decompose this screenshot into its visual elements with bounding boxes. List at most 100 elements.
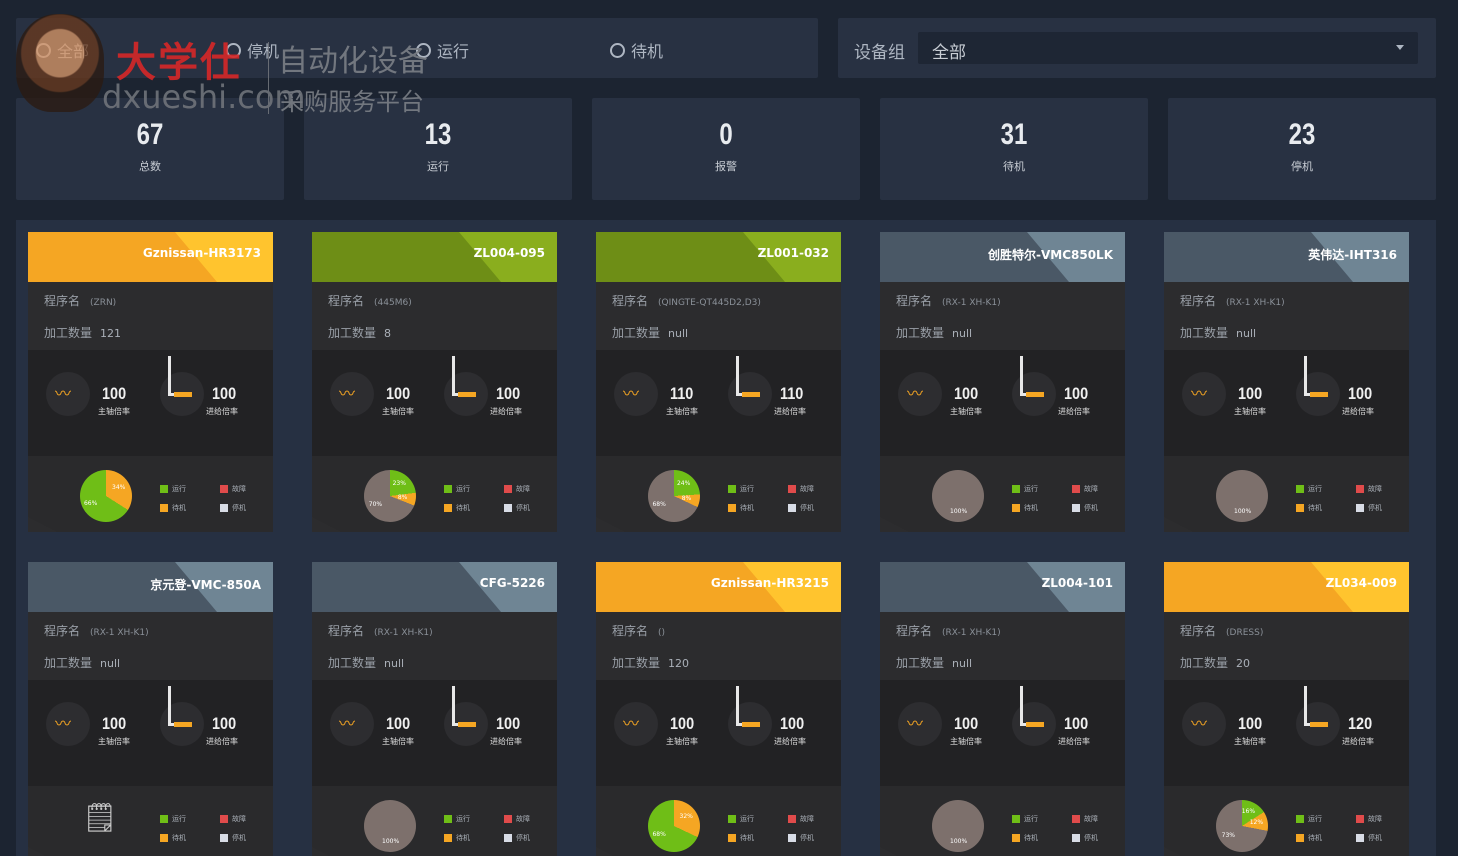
device-name: ZL001-032 <box>757 246 829 260</box>
legend-swatch <box>504 504 512 512</box>
device-group-select[interactable]: 全部 <box>918 32 1418 64</box>
spindle-rate-label: 主轴倍率 <box>1234 407 1266 416</box>
feed-rate-value: 120 <box>1348 714 1373 733</box>
filter-stopped-radio[interactable]: 停机 <box>226 38 279 62</box>
feed-gauge <box>160 356 204 416</box>
status-summary: 23% 8% 70% 运行 故障 待机 停机 <box>312 456 557 532</box>
program-row: 程序名 (DRESS) <box>1180 622 1263 639</box>
stat-card: 0 报警 <box>592 98 860 200</box>
device-card[interactable]: ZL004-101 程序名 (RX-1 XH-K1) 加工数量 null 〰 100… <box>880 562 1125 856</box>
program-label: 程序名 <box>44 624 81 638</box>
legend-standby-label: 待机 <box>740 834 754 842</box>
legend-standby-label: 待机 <box>1308 504 1322 512</box>
spindle-rate-label: 主轴倍率 <box>950 407 982 416</box>
pie-slice-label: 66% <box>83 499 98 507</box>
stat-label: 停机 <box>1291 160 1313 173</box>
legend-fault-label: 故障 <box>1368 485 1382 493</box>
pie-slice-label: 32% <box>679 813 693 821</box>
device-card[interactable]: ZL034-009 程序名 (DRESS) 加工数量 20 〰 100 主轴倍率 1… <box>1164 562 1409 856</box>
spindle-gauge: 〰 <box>614 372 658 416</box>
program-label: 程序名 <box>1180 624 1217 638</box>
pie-slice-label: 16% <box>1241 807 1256 815</box>
stat-value: 67 <box>136 118 164 151</box>
pie-slice-label: 100% <box>382 838 400 845</box>
feed-rate-label: 进给倍率 <box>1342 737 1374 746</box>
legend-stop: 停机 <box>504 833 530 843</box>
device-card[interactable]: ZL001-032 程序名 (QINGTE-QT445D2,D3) 加工数量 nul… <box>596 232 841 532</box>
legend-run-label: 运行 <box>1308 815 1322 823</box>
spindle-rate-label: 主轴倍率 <box>666 737 698 746</box>
legend-swatch <box>728 485 736 493</box>
device-card[interactable]: 京元登-VMC-850A 程序名 (RX-1 XH-K1) 加工数量 null 〰 … <box>28 562 273 856</box>
stat-value: 0 <box>719 118 733 151</box>
program-value: (RX-1 XH-K1) <box>90 628 149 638</box>
legend-swatch <box>1296 834 1304 842</box>
rate-panel: 〰 110 主轴倍率 110 进给倍率 <box>596 350 841 456</box>
filter-all-label: 全部 <box>57 42 90 61</box>
legend-stop-label: 停机 <box>1368 504 1382 512</box>
legend-swatch <box>1296 485 1304 493</box>
legend-run: 运行 <box>160 814 186 824</box>
program-row: 程序名 (QINGTE-QT445D2,D3) <box>612 292 761 309</box>
legend-stop: 停机 <box>1356 503 1382 513</box>
rate-panel: 〰 100 主轴倍率 100 进给倍率 <box>28 680 273 786</box>
feed-tool-icon <box>1310 722 1328 727</box>
stat-value: 31 <box>1000 118 1028 151</box>
legend-fault: 故障 <box>504 484 530 494</box>
pie-slice-label: 68% <box>652 500 666 508</box>
device-card[interactable]: 英伟达-IHT316 程序名 (RX-1 XH-K1) 加工数量 null 〰 10… <box>1164 232 1409 532</box>
program-row: 程序名 () <box>612 622 665 639</box>
device-group-label: 设备组 <box>854 43 905 63</box>
legend-stop: 停机 <box>220 833 246 843</box>
stat-label: 待机 <box>1003 160 1025 173</box>
filter-all-radio[interactable]: 全部 <box>36 38 89 62</box>
chevron-down-icon <box>1396 45 1404 50</box>
legend-swatch <box>1012 834 1020 842</box>
stat-card: 67 总数 <box>16 98 284 200</box>
legend-stop-label: 停机 <box>800 834 814 842</box>
card-header: ZL034-009 <box>1164 562 1409 612</box>
legend-swatch <box>160 504 168 512</box>
filter-standby-radio[interactable]: 待机 <box>610 38 663 62</box>
legend-stop-label: 停机 <box>516 834 530 842</box>
legend-run: 运行 <box>1012 484 1038 494</box>
device-name: 创胜特尔-VMC850LK <box>987 248 1113 262</box>
device-name: 京元登-VMC-850A <box>150 578 261 592</box>
legend-standby: 待机 <box>160 503 186 513</box>
pie-slice-label: 34% <box>112 484 126 492</box>
spindle-rate-label: 主轴倍率 <box>950 737 982 746</box>
device-card[interactable]: ZL004-095 程序名 (445M6) 加工数量 8 〰 100 主轴倍率 10… <box>312 232 557 532</box>
filter-running-radio[interactable]: 运行 <box>416 38 469 62</box>
spindle-rate-value: 100 <box>102 714 127 733</box>
spindle-gauge: 〰 <box>614 702 658 746</box>
device-card[interactable]: Gznissan-HR3173 程序名 (ZRN) 加工数量 121 〰 100 主… <box>28 232 273 532</box>
feed-tool-icon <box>458 722 476 727</box>
spindle-wave-icon: 〰 <box>623 714 640 733</box>
legend-stop-label: 停机 <box>1084 504 1098 512</box>
feed-rate-label: 进给倍率 <box>1342 407 1374 416</box>
device-name: ZL004-095 <box>473 246 545 260</box>
count-label: 加工数量 <box>612 326 661 340</box>
program-label: 程序名 <box>328 624 365 638</box>
legend-standby: 待机 <box>728 833 754 843</box>
legend-swatch <box>788 834 796 842</box>
legend-standby: 待机 <box>160 833 186 843</box>
legend-swatch <box>788 815 796 823</box>
program-row: 程序名 (RX-1 XH-K1) <box>896 622 1001 639</box>
device-card[interactable]: CFG-5226 程序名 (RX-1 XH-K1) 加工数量 null 〰 100 … <box>312 562 557 856</box>
count-label: 加工数量 <box>44 656 93 670</box>
count-row: 加工数量 null <box>612 324 688 341</box>
device-card[interactable]: 创胜特尔-VMC850LK 程序名 (RX-1 XH-K1) 加工数量 null 〰… <box>880 232 1125 532</box>
legend-run: 运行 <box>1012 814 1038 824</box>
legend-standby-label: 待机 <box>740 504 754 512</box>
card-header: ZL004-095 <box>312 232 557 282</box>
legend-fault: 故障 <box>1356 814 1382 824</box>
status-summary: 32% 68% 运行 故障 待机 停机 <box>596 786 841 856</box>
count-value: null <box>384 657 405 670</box>
legend-stop: 停机 <box>1072 833 1098 843</box>
legend-run-label: 运行 <box>456 485 470 493</box>
legend-standby-label: 待机 <box>456 504 470 512</box>
device-card[interactable]: Gznissan-HR3215 程序名 () 加工数量 120 〰 100 主轴倍率… <box>596 562 841 856</box>
count-row: 加工数量 null <box>328 654 404 671</box>
feed-rate-value: 100 <box>496 384 521 403</box>
